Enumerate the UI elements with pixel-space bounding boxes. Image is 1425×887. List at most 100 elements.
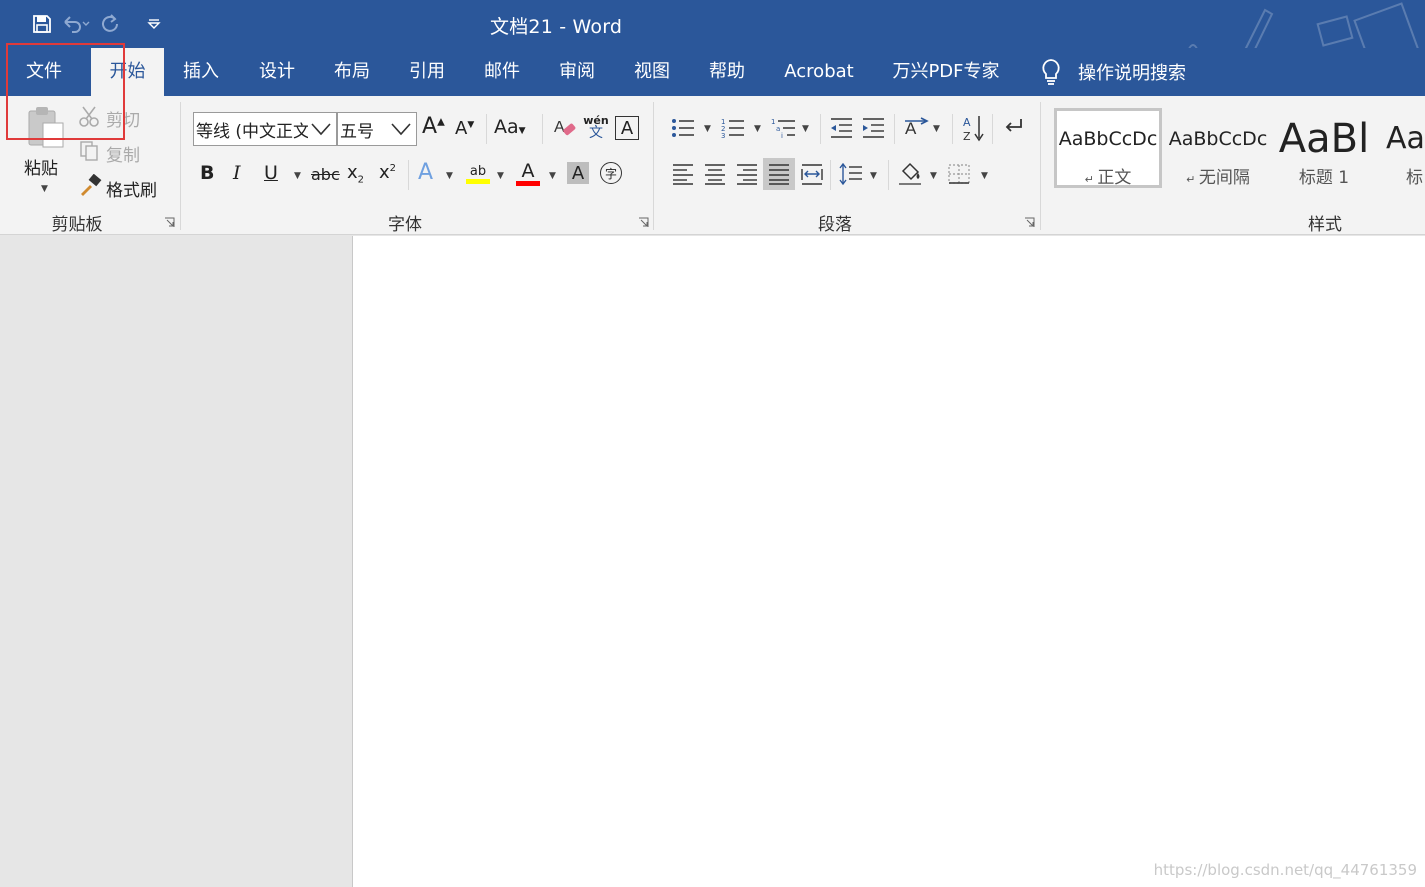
shrink-font-label: A: [455, 118, 468, 139]
cut-button[interactable]: 剪切: [106, 106, 140, 131]
sort-icon[interactable]: AZ: [960, 114, 986, 142]
shading-dropdown-icon[interactable]: ▼: [930, 171, 937, 181]
align-left-icon[interactable]: [670, 162, 696, 186]
format-painter-icon: [78, 174, 102, 198]
show-formatting-marks-icon[interactable]: [1000, 116, 1026, 140]
copy-button[interactable]: 复制: [106, 141, 140, 166]
font-size-combo[interactable]: 五号: [337, 112, 417, 146]
superscript-button[interactable]: x2: [379, 162, 396, 183]
phonetic-guide-button[interactable]: wén 文: [583, 112, 609, 142]
tab-design[interactable]: 设计: [244, 48, 310, 96]
font-launcher-icon[interactable]: [638, 217, 649, 228]
line-spacing-dropdown-icon[interactable]: ▼: [870, 171, 877, 181]
font-color-dropdown-icon[interactable]: ▼: [549, 171, 556, 181]
numbering-dropdown-icon[interactable]: ▼: [754, 124, 761, 134]
tell-me-label: 操作说明搜索: [1078, 63, 1186, 84]
clear-formatting-icon[interactable]: A: [552, 116, 576, 140]
font-name-combo[interactable]: 等线 (中文正文: [193, 112, 337, 146]
character-shading-button[interactable]: A: [567, 162, 589, 184]
decrease-indent-icon[interactable]: [828, 116, 854, 140]
phonetic-bottom: 文: [589, 124, 603, 141]
tab-references[interactable]: 引用: [394, 48, 460, 96]
font-size-value: 五号: [340, 121, 374, 142]
highlight-dropdown-icon[interactable]: ▼: [497, 171, 504, 181]
chinese-layout-dropdown-icon[interactable]: ▼: [933, 124, 940, 134]
tab-wondershare-pdf[interactable]: 万兴PDF专家: [882, 48, 1010, 96]
style-heading-1[interactable]: AaBl 标题 1: [1276, 108, 1372, 188]
justify-icon[interactable]: [763, 158, 795, 190]
underline-button[interactable]: U: [264, 162, 278, 184]
copy-icon: [78, 140, 100, 162]
format-painter-button[interactable]: 格式刷: [106, 176, 157, 201]
multilevel-list-icon[interactable]: 1ai: [770, 116, 798, 140]
underline-dropdown-icon[interactable]: ▼: [294, 171, 301, 181]
svg-text:A: A: [963, 116, 971, 129]
paste-icon[interactable]: [22, 104, 68, 150]
grow-font-button[interactable]: A▲: [422, 114, 445, 139]
divider: [830, 160, 831, 190]
italic-button[interactable]: I: [233, 162, 241, 184]
svg-text:A: A: [554, 119, 565, 136]
enclose-characters-button[interactable]: 字: [600, 162, 622, 184]
svg-text:a: a: [776, 125, 780, 133]
bold-button[interactable]: B: [200, 162, 214, 184]
tab-acrobat[interactable]: Acrobat: [772, 48, 866, 96]
subscript-button[interactable]: x2: [347, 162, 364, 186]
style-no-spacing-name: ↵ 无间隔: [1186, 168, 1250, 188]
divider: [894, 114, 895, 144]
tab-home[interactable]: 开始: [91, 48, 164, 96]
align-right-icon[interactable]: [734, 162, 760, 186]
highlight-button[interactable]: ab: [465, 160, 491, 188]
multilevel-dropdown-icon[interactable]: ▼: [802, 124, 809, 134]
lightbulb-icon: [1042, 59, 1060, 85]
text-effects-dropdown-icon[interactable]: ▼: [446, 171, 453, 181]
paste-dropdown-icon[interactable]: ▼: [41, 184, 48, 194]
phonetic-top: wén: [583, 113, 609, 127]
svg-text:1: 1: [771, 118, 775, 126]
divider: [486, 114, 487, 144]
document-page[interactable]: https://blog.csdn.net/qq_44761359: [352, 236, 1425, 887]
font-color-button[interactable]: A: [515, 158, 541, 188]
character-border-button[interactable]: A: [615, 116, 639, 140]
paragraph-shading-icon[interactable]: [896, 160, 924, 188]
svg-text:A: A: [905, 119, 917, 138]
tab-view[interactable]: 视图: [619, 48, 685, 96]
strikethrough-button[interactable]: abc: [311, 165, 340, 184]
bullets-dropdown-icon[interactable]: ▼: [704, 124, 711, 134]
divider: [952, 114, 953, 144]
title-separator: -: [552, 16, 573, 38]
paragraph-launcher-icon[interactable]: [1024, 217, 1035, 228]
tell-me-search[interactable]: 操作说明搜索: [1040, 48, 1186, 96]
tab-insert[interactable]: 插入: [168, 48, 234, 96]
document-name: 文档21: [490, 16, 553, 38]
svg-text:3: 3: [721, 132, 725, 139]
style-no-spacing-label: 无间隔: [1198, 168, 1250, 188]
style-no-spacing[interactable]: AaBbCcDc ↵ 无间隔: [1166, 108, 1270, 188]
borders-icon[interactable]: [946, 162, 972, 186]
align-center-icon[interactable]: [702, 162, 728, 186]
change-case-button[interactable]: Aa▼: [494, 116, 526, 138]
chevron-down-icon: [311, 123, 331, 136]
tab-layout[interactable]: 布局: [319, 48, 385, 96]
ribbon-home: 粘贴 ▼ 剪切 复制 格式刷 剪贴板 等线 (中文正文 五号 A▲ A▼ Aa▼…: [0, 96, 1425, 235]
bullets-icon[interactable]: [670, 116, 696, 140]
paste-button[interactable]: 粘贴: [24, 154, 58, 179]
svg-text:i: i: [781, 132, 783, 139]
tab-mailings[interactable]: 邮件: [469, 48, 535, 96]
tab-review[interactable]: 审阅: [544, 48, 610, 96]
style-heading-2[interactable]: Aa 标: [1380, 108, 1425, 188]
tab-help[interactable]: 帮助: [694, 48, 760, 96]
text-effects-button[interactable]: A: [418, 160, 433, 185]
numbering-icon[interactable]: 123: [720, 116, 746, 140]
style-normal-sample: AaBbCcDc: [1058, 128, 1158, 150]
tab-file[interactable]: 文件: [8, 48, 80, 96]
clipboard-launcher-icon[interactable]: [164, 217, 175, 228]
shrink-font-button[interactable]: A▼: [455, 118, 474, 139]
style-normal[interactable]: AaBbCcDc ↵ 正文: [1054, 108, 1162, 188]
distributed-align-icon[interactable]: [799, 162, 825, 186]
chinese-layout-icon[interactable]: A: [902, 116, 930, 140]
borders-dropdown-icon[interactable]: ▼: [981, 171, 988, 181]
clipboard-group-label: 剪贴板: [51, 215, 103, 235]
increase-indent-icon[interactable]: [860, 116, 886, 140]
line-spacing-icon[interactable]: [838, 162, 864, 186]
